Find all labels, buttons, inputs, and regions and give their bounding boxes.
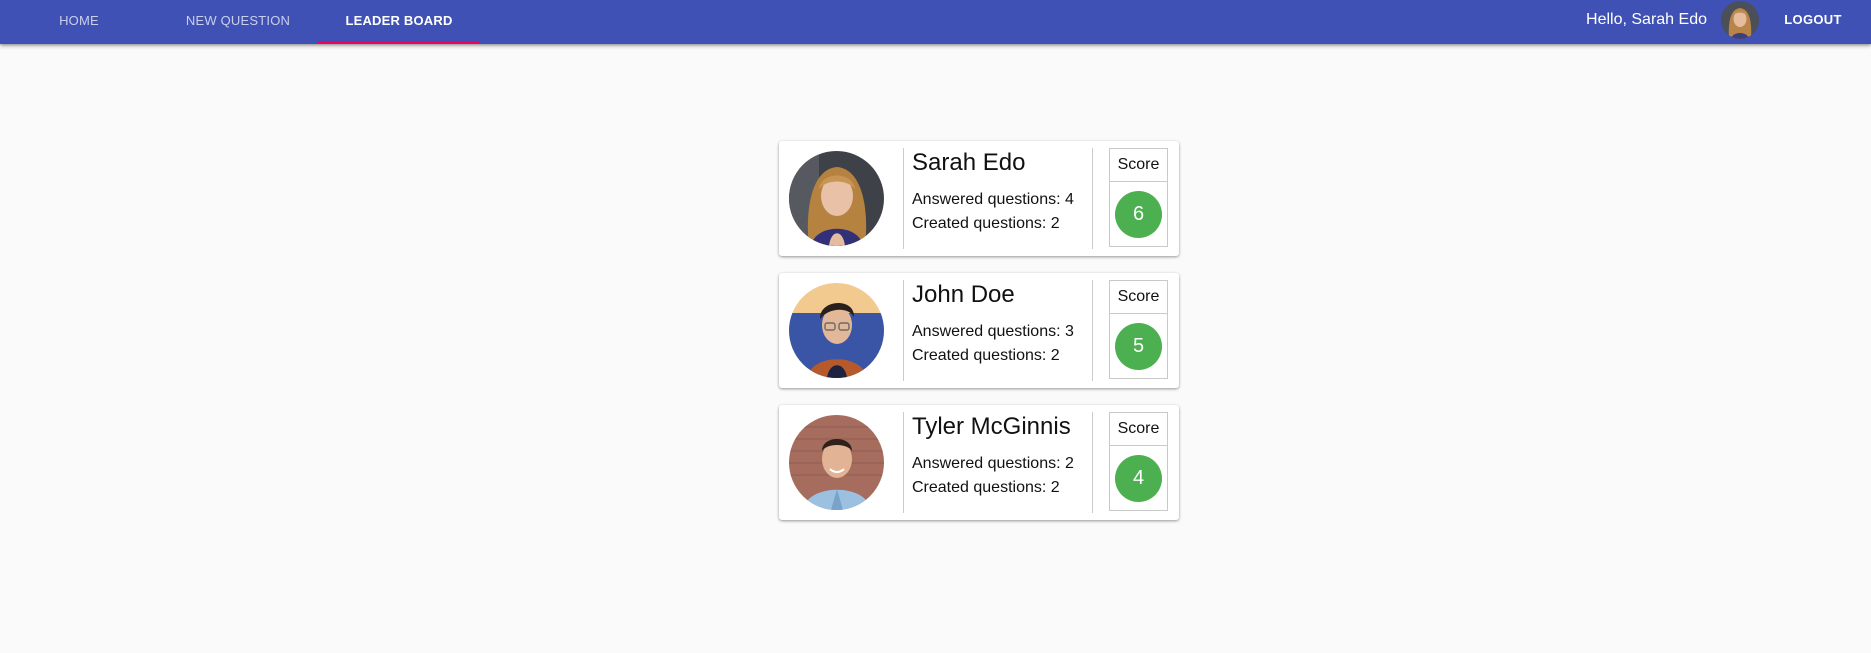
- score-label: Score: [1110, 281, 1167, 314]
- divider: [1092, 280, 1093, 381]
- active-tab-indicator: [318, 41, 480, 44]
- user-avatar: [789, 151, 884, 246]
- tab-leader-board[interactable]: LEADER BOARD: [318, 0, 480, 44]
- user-name: Sarah Edo: [912, 149, 1026, 176]
- divider: [903, 148, 904, 249]
- score-panel: Score 6: [1109, 148, 1168, 247]
- leaderboard-card: John Doe Answered questions: 3 Created q…: [779, 273, 1179, 388]
- answered-questions: Answered questions: 3: [912, 323, 1074, 340]
- score-label: Score: [1110, 149, 1167, 182]
- user-avatar: [789, 283, 884, 378]
- user-avatar: [789, 415, 884, 510]
- score-badge: 6: [1115, 191, 1162, 238]
- score-badge: 4: [1115, 455, 1162, 502]
- created-questions: Created questions: 2: [912, 347, 1060, 364]
- user-name: Tyler McGinnis: [912, 413, 1071, 440]
- answered-questions: Answered questions: 4: [912, 191, 1074, 208]
- score-label: Score: [1110, 413, 1167, 446]
- leaderboard-card: Tyler McGinnis Answered questions: 2 Cre…: [779, 405, 1179, 520]
- current-user-avatar: [1721, 1, 1759, 39]
- divider: [903, 412, 904, 513]
- tab-new-question[interactable]: NEW QUESTION: [158, 0, 318, 44]
- created-questions: Created questions: 2: [912, 479, 1060, 496]
- divider: [1092, 148, 1093, 249]
- created-questions: Created questions: 2: [912, 215, 1060, 232]
- divider: [1092, 412, 1093, 513]
- score-panel: Score 4: [1109, 412, 1168, 511]
- logout-button[interactable]: LOGOUT: [1773, 0, 1853, 40]
- leaderboard-card: Sarah Edo Answered questions: 4 Created …: [779, 141, 1179, 256]
- app-bar: HOME NEW QUESTION LEADER BOARD Hello, Sa…: [0, 0, 1871, 44]
- score-panel: Score 5: [1109, 280, 1168, 379]
- tab-home[interactable]: HOME: [0, 0, 158, 44]
- user-greeting: Hello, Sarah Edo: [1586, 11, 1707, 28]
- divider: [903, 280, 904, 381]
- user-name: John Doe: [912, 281, 1015, 308]
- score-badge: 5: [1115, 323, 1162, 370]
- answered-questions: Answered questions: 2: [912, 455, 1074, 472]
